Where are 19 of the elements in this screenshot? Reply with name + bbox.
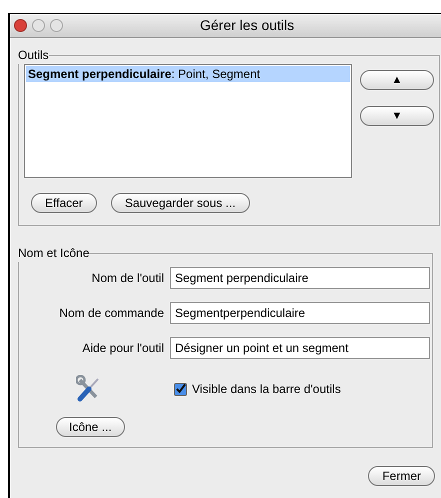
icon-button[interactable]: Icône ... xyxy=(56,417,125,437)
window-title: Gérer les outils xyxy=(200,16,294,35)
checkbox[interactable] xyxy=(174,382,187,396)
list-item[interactable]: Segment perpendiculaire: Point, Segment xyxy=(26,66,350,82)
input-field[interactable]: Désigner un point et un segment xyxy=(170,337,430,359)
checkbox-label: Visible dans la barre d'outils xyxy=(192,381,341,398)
field-label: Nom de commande xyxy=(58,305,164,322)
clear-button[interactable]: Effacer xyxy=(31,193,97,213)
group-legend: Outils xyxy=(18,46,49,64)
move-up-button[interactable]: ▲ xyxy=(360,70,434,90)
input-field[interactable]: Segment perpendiculaire xyxy=(170,267,430,289)
group-legend: Nom et Icône xyxy=(18,244,90,262)
move-down-button[interactable]: ▼ xyxy=(360,106,434,126)
field-label: Aide pour l'outil xyxy=(81,340,164,357)
save-as-button[interactable]: Sauvegarder sous ... xyxy=(110,193,250,213)
input-field[interactable]: Segmentperpendiculaire xyxy=(170,302,430,324)
field-label: Nom de l'outil xyxy=(90,270,164,287)
close-button[interactable] xyxy=(14,19,27,32)
close-dialog-button[interactable]: Fermer xyxy=(368,466,435,486)
